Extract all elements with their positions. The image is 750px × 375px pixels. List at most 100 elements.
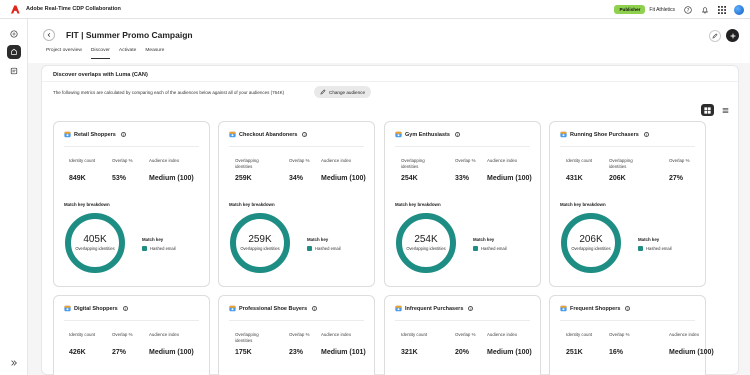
- back-button[interactable]: [43, 29, 55, 41]
- edit-button[interactable]: [709, 30, 721, 42]
- metric-value: Medium (100): [487, 175, 532, 182]
- audience-card[interactable]: Running Shoe Purchasers i Identity count 43…: [549, 121, 706, 287]
- metric-1: Identity count 849K: [69, 158, 109, 182]
- change-audience-button[interactable]: Change audience: [314, 86, 372, 98]
- metric-label: Identity count: [69, 158, 96, 163]
- tab-measure[interactable]: Measure: [145, 48, 164, 59]
- change-audience-label: Change audience: [329, 89, 366, 95]
- card-title-row: Digital Shoppers i: [64, 305, 128, 312]
- info-icon[interactable]: i: [302, 132, 308, 137]
- legend-swatch: [307, 246, 312, 251]
- metric-label: Overlap %: [669, 158, 690, 163]
- add-button[interactable]: [726, 29, 739, 42]
- metric-value: 53%: [112, 175, 127, 182]
- metric-value: 175K: [235, 349, 252, 356]
- legend-swatch: [473, 246, 478, 251]
- match-key-legend-item: Hashed email: [638, 246, 672, 251]
- metric-value: Medium (100): [669, 349, 714, 356]
- match-key-label: Match key: [473, 237, 495, 242]
- tab-activate[interactable]: Activate: [119, 48, 136, 59]
- info-icon[interactable]: i: [122, 306, 128, 311]
- legend-swatch: [638, 246, 643, 251]
- metric-value: 321K: [401, 349, 418, 356]
- match-key-breakdown-title: Match key breakdown: [64, 202, 110, 207]
- audience-name: Digital Shoppers: [74, 305, 118, 312]
- card-divider: [395, 146, 530, 147]
- metric-value: 34%: [289, 175, 304, 182]
- card-divider: [395, 320, 530, 321]
- info-icon[interactable]: i: [312, 306, 318, 311]
- metric-value: Medium (101): [321, 349, 366, 356]
- card-divider: [560, 146, 695, 147]
- audience-card[interactable]: Checkout Abandoners i Overlapping identiti…: [218, 121, 375, 287]
- donut-label: Overlapping identities: [75, 246, 115, 251]
- info-icon[interactable]: i: [625, 306, 631, 311]
- metric-label: Overlap %: [112, 332, 133, 337]
- audience-card[interactable]: Infrequent Purchasers i Identity count 321K…: [384, 295, 541, 375]
- overlap-donut: 259K Overlapping identities: [228, 211, 292, 275]
- help-icon[interactable]: ?: [683, 5, 692, 14]
- audience-card[interactable]: Gym Enthusiasts i Overlapping identities 25…: [384, 121, 541, 287]
- metric-label: Identity count: [566, 332, 593, 337]
- metric-2: Overlap % 27%: [112, 332, 142, 356]
- org-switcher[interactable]: Fit Athletics: [649, 7, 675, 13]
- metric-value: Medium (100): [149, 349, 194, 356]
- metric-label: Identity count: [69, 332, 96, 337]
- card-title-row: Professional Shoe Buyers i: [229, 305, 318, 312]
- card-divider: [64, 146, 199, 147]
- card-title-row: Frequent Shoppers i: [560, 305, 631, 312]
- home-icon[interactable]: [7, 27, 21, 41]
- tab-project-overview[interactable]: Project overview: [46, 48, 82, 59]
- metric-2: Overlap % 33%: [455, 158, 485, 182]
- role-badge: Publisher: [614, 5, 646, 14]
- list-view-icon[interactable]: [719, 104, 732, 116]
- card-divider: [229, 320, 364, 321]
- panel-divider: [42, 81, 738, 82]
- app-title: Adobe Real-Time CDP Collaboration: [26, 6, 121, 12]
- audience-card[interactable]: Frequent Shoppers i Identity count 251K Over…: [549, 295, 714, 375]
- metric-2: Overlap % 53%: [112, 158, 142, 182]
- metric-2: Overlap % 34%: [289, 158, 319, 182]
- audience-card[interactable]: Digital Shoppers i Identity count 426K Overl…: [53, 295, 210, 375]
- bell-icon[interactable]: [700, 5, 709, 14]
- metric-value: 251K: [566, 349, 583, 356]
- top-bar: Adobe Real-Time CDP Collaboration Publis…: [0, 0, 750, 19]
- metric-label: Identity count: [401, 332, 428, 337]
- info-icon[interactable]: i: [454, 132, 460, 137]
- info-icon[interactable]: i: [120, 132, 126, 137]
- metric-value: Medium (100): [321, 175, 366, 182]
- adobe-logo-icon[interactable]: [11, 4, 20, 14]
- audience-card[interactable]: Retail Shoppers i Identity count 849K Overla…: [53, 121, 210, 287]
- metric-label: Audience index: [149, 332, 180, 337]
- audience-icon: [395, 305, 402, 312]
- audience-name: Checkout Abandoners: [239, 131, 298, 138]
- audience-icon: [560, 131, 567, 138]
- panel-description: The following metrics are calculated by …: [53, 90, 285, 95]
- metric-label: Audience index: [669, 332, 700, 337]
- metric-label: Overlap %: [289, 158, 310, 163]
- metric-value: 16%: [609, 349, 624, 356]
- metric-value: 206K: [609, 175, 626, 182]
- match-key-item: Hashed email: [315, 246, 341, 251]
- audience-icon: [229, 305, 236, 312]
- audience-icon: [64, 131, 71, 138]
- user-avatar[interactable]: [734, 4, 744, 15]
- card-title-row: Gym Enthusiasts i: [395, 131, 460, 138]
- collaboration-icon[interactable]: [7, 45, 21, 59]
- audience-card[interactable]: Professional Shoe Buyers i Overlapping ide…: [218, 295, 375, 375]
- pencil-icon: [320, 89, 326, 95]
- info-icon[interactable]: i: [643, 132, 649, 137]
- expand-rail-icon[interactable]: [7, 356, 21, 370]
- tab-discover[interactable]: Discover: [90, 48, 110, 59]
- audience-name: Frequent Shoppers: [570, 305, 621, 312]
- app-grid-icon[interactable]: [717, 5, 726, 14]
- info-icon[interactable]: i: [468, 306, 474, 311]
- audience-name: Running Shoe Purchasers: [570, 131, 639, 138]
- match-key-breakdown-title: Match key breakdown: [560, 202, 606, 207]
- metric-3: Overlap % 27%: [669, 158, 717, 182]
- metric-3: Audience index Medium (100): [149, 158, 197, 182]
- match-key-legend-item: Hashed email: [473, 246, 507, 251]
- audiences-icon[interactable]: [7, 64, 21, 78]
- overlap-donut: 405K Overlapping identities: [63, 211, 127, 275]
- grid-view-icon[interactable]: [701, 104, 714, 116]
